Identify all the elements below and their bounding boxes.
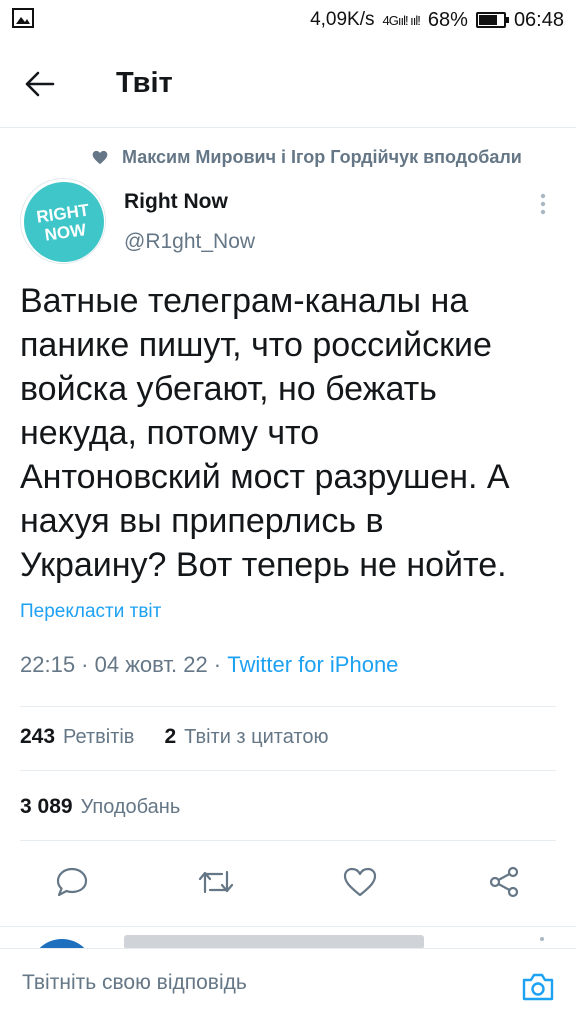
reply-bar: Твітніть свою відповідь [0,948,576,1024]
author-handle[interactable]: @R1ght_Now [124,230,255,254]
reply-button[interactable] [52,862,92,902]
like-button[interactable] [340,862,380,902]
author-name[interactable]: Right Now [124,190,228,214]
signal-icon: 4Gııl! ııl! [382,12,421,28]
next-tweet-header-placeholder [124,935,424,948]
camera-icon [522,973,554,1001]
tweet-text-line: Антоновский мост разрушен. А [20,458,510,496]
tweet-text-line: Украину? Вот теперь не нойте. [20,546,507,584]
tweet-timestamp: 22:15 · 04 жовт. 22 · [20,652,228,677]
right-now-logo: RIGHT NOW [21,179,105,263]
next-tweet-preview[interactable] [0,926,576,948]
reply-icon [56,867,88,897]
tweet-text-line: нахуя вы приперлись в [20,502,384,540]
header: Твіт [0,40,576,128]
retweets-label: Ретвітів [63,725,135,748]
battery-percent: 68% [427,8,468,31]
tweet-text-line: Ватные телеграм-каналы на [20,282,469,320]
social-context-text: Максим Мирович і Ігор Гордійчук вподобал… [122,146,522,167]
likes-label: Уподобань [80,795,181,818]
back-button[interactable] [0,40,80,128]
retweet-icon [198,870,234,894]
retweets-count: 243 [20,725,56,748]
network-speed: 4,09K/s [310,9,375,30]
battery-icon [475,12,509,28]
avatar[interactable]: RIGHT NOW [20,178,106,264]
heart-icon [343,867,377,897]
retweet-stats[interactable]: 243 Ретвітів 2 Твіти з цитатою [20,722,328,752]
vertical-dots-icon [540,193,546,215]
social-context[interactable]: Максим Мирович і Ігор Гордійчук вподобал… [92,144,522,170]
tweet-text-line: панике пишут, что российские [20,326,492,364]
likes-stats[interactable]: 3 089 Уподобань [20,792,180,822]
camera-button[interactable] [518,967,558,1007]
share-button[interactable] [484,862,524,902]
more-options-button[interactable] [530,188,556,220]
status-bar: 4,09K/s 4Gııl! ııl! 68% 06:48 [0,0,576,40]
arrow-left-icon [25,71,55,96]
clock: 06:48 [513,8,564,31]
divider [20,770,556,771]
divider [20,840,556,841]
avatar [30,939,94,948]
tweet-text: Ватные телеграм-каналы на панике пишут, … [20,279,560,587]
divider [20,706,556,707]
heart-filled-icon [92,150,108,164]
retweet-button[interactable] [196,862,236,902]
tweet-text-line: некуда, потому что [20,414,320,452]
dot-icon [540,937,544,941]
translate-tweet-link[interactable]: Перекласти твіт [20,601,161,623]
gallery-notification-icon [12,8,42,32]
tweet-source-link[interactable]: Twitter for iPhone [227,652,398,677]
tweet-text-line: войска убегают, но бежать [20,370,437,408]
likes-count: 3 089 [20,795,73,818]
tweet-actions [0,854,576,910]
reply-input[interactable]: Твітніть свою відповідь [22,971,247,995]
page-title: Твіт [116,67,173,99]
tweet-metadata: 22:15 · 04 жовт. 22 · Twitter for iPhone [20,652,398,678]
share-icon [489,866,519,898]
quotes-count: 2 [164,725,177,748]
quotes-label: Твіти з цитатою [184,725,329,748]
